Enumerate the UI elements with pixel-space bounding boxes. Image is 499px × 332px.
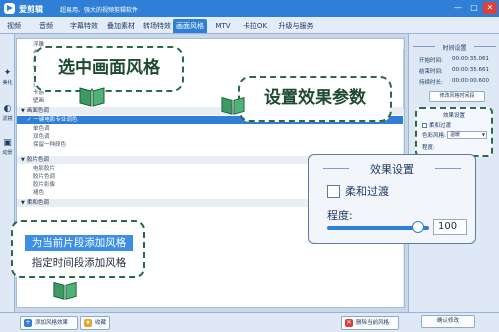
tab-audio[interactable]: 音频 xyxy=(36,19,56,33)
delete-icon: ✕ xyxy=(345,319,353,327)
app-name: 爱剪辑 xyxy=(19,5,43,14)
color-style-value: 温暖 xyxy=(450,132,461,138)
effect-settings-zoom: 效果设置 柔和过渡 程度: 100 xyxy=(308,154,476,244)
collapse-triangle-icon: ▼ xyxy=(21,108,25,114)
window-controls: — □ ✕ xyxy=(451,2,497,14)
color-style-label: 色彩风格: xyxy=(422,133,446,139)
soft-transition-label-small: 柔和过渡 xyxy=(429,123,452,129)
star-icon: ★ xyxy=(84,319,92,327)
list-item[interactable]: 单色调 xyxy=(17,125,403,133)
tab-subtitle-effects[interactable]: 字幕特效 xyxy=(67,19,101,33)
list-category-label: 胶片色调 xyxy=(26,157,49,163)
checkbox-icon xyxy=(327,185,340,198)
tool-beautify[interactable]: ✦ 美化 xyxy=(1,68,14,98)
checkbox-icon xyxy=(422,123,427,128)
favorite-button[interactable]: ★ 收藏 xyxy=(80,316,110,330)
menu-bar: 视频 音频 字幕特效 叠加素材 转场特效 画面风格 MTV 卡拉OK 升级与服务 xyxy=(0,17,499,34)
tab-overlay-material[interactable]: 叠加素材 xyxy=(104,19,138,33)
tab-upgrade-service[interactable]: 升级与服务 xyxy=(275,19,317,33)
scrollbar-thumb[interactable] xyxy=(403,49,404,109)
start-time-label: 开始时间: xyxy=(419,58,443,64)
end-time-row: 结束时间: 00:00:35.661 xyxy=(419,67,489,75)
degree-value-input[interactable]: 100 xyxy=(433,219,467,235)
list-category-label: 柔和色调 xyxy=(26,200,49,206)
effect-settings-small: 效果设置 柔和过渡 色彩风格: 温暖 ▼ 程度: xyxy=(415,107,493,157)
confirm-modify-button[interactable]: 确认修改 xyxy=(421,315,475,328)
add-style-effect-button[interactable]: + 添加风格效果 xyxy=(20,316,78,330)
book-icon xyxy=(221,96,245,115)
collapse-triangle-icon: ▼ xyxy=(21,157,25,163)
filter-icon: ◐ xyxy=(3,104,12,114)
start-time-row: 开始时间: 00:00:35.061 xyxy=(419,56,489,64)
close-button[interactable]: ✕ xyxy=(483,2,497,14)
duration-label: 持续时长: xyxy=(419,80,443,86)
chevron-down-icon: ▼ xyxy=(481,132,485,137)
tool-motion-label: 动景 xyxy=(2,150,13,156)
add-style-current-clip-option[interactable]: 为当前片段添加风格 xyxy=(25,235,133,251)
app-slogan: 超易用、强大的视频剪辑软件 xyxy=(60,7,139,14)
add-style-time-range-option[interactable]: 指定时间段添加风格 xyxy=(25,255,133,271)
plus-icon: + xyxy=(24,319,32,327)
modify-style-time-button[interactable]: 修改风格时间段 xyxy=(429,91,485,102)
callout-set-params: 设置效果参数 xyxy=(238,76,392,122)
list-category-label: 画面色调 xyxy=(26,108,49,114)
book-icon xyxy=(79,87,105,107)
duration-row: 持续时长: 00:00:00.600 xyxy=(419,78,489,86)
collapse-triangle-icon: ▼ xyxy=(21,200,25,206)
add-style-popup: 为当前片段添加风格 指定时间段添加风格 xyxy=(11,220,145,278)
wand-icon: ✦ xyxy=(3,68,12,78)
effect-settings-zoom-title: 效果设置 xyxy=(370,163,414,176)
list-item[interactable]: 保留一种颜色 xyxy=(17,141,403,149)
app-logo-icon xyxy=(4,3,15,14)
list-item[interactable]: 双色调 xyxy=(17,133,403,141)
callout-select-style: 选中画面风格 xyxy=(34,46,184,92)
book-icon xyxy=(53,281,77,300)
effect-settings-small-title: 效果设置 xyxy=(442,113,465,119)
duration-value: 00:00:00.600 xyxy=(452,78,489,84)
tab-video[interactable]: 视频 xyxy=(4,19,24,33)
add-style-effect-label: 添加风格效果 xyxy=(35,320,69,326)
end-time-label: 结束时间: xyxy=(419,69,443,75)
tool-beautify-label: 美化 xyxy=(2,80,13,86)
tool-filter-label: 滤镜 xyxy=(2,116,13,122)
tool-filter[interactable]: ◐ 滤镜 xyxy=(1,104,14,134)
end-time-value[interactable]: 00:00:35.661 xyxy=(452,67,489,73)
delete-style-label: 删除当前风格 xyxy=(356,320,390,326)
time-settings-title: 时间设置 xyxy=(442,45,467,52)
start-time-value[interactable]: 00:00:35.061 xyxy=(452,56,489,62)
favorite-label: 收藏 xyxy=(95,320,107,326)
maximize-button[interactable]: □ xyxy=(467,2,481,14)
tab-karaoke[interactable]: 卡拉OK xyxy=(240,19,270,33)
soft-transition-checkbox-small[interactable]: 柔和过渡 xyxy=(422,121,451,129)
divider xyxy=(474,46,496,47)
degree-label-small: 程度: xyxy=(422,145,435,151)
tab-mtv[interactable]: MTV xyxy=(211,19,235,33)
divider xyxy=(435,168,461,169)
tool-motion[interactable]: ▣ 动景 xyxy=(1,138,14,168)
degree-slider-thumb[interactable] xyxy=(412,221,424,233)
degree-label: 程度: xyxy=(327,209,353,222)
title-bar: 爱剪辑 超易用、强大的视频剪辑软件 — □ ✕ xyxy=(0,0,499,17)
color-style-select[interactable]: 温暖 ▼ xyxy=(447,131,487,139)
tab-transition-effects[interactable]: 转场特效 xyxy=(140,19,174,33)
list-item-selected-label: 一键电影专业调色 xyxy=(33,117,78,123)
tab-picture-style[interactable]: 画面风格 xyxy=(173,19,207,33)
delete-style-button[interactable]: ✕ 删除当前风格 xyxy=(341,316,399,330)
minimize-button[interactable]: — xyxy=(451,2,465,14)
motion-icon: ▣ xyxy=(3,138,12,148)
soft-transition-label: 柔和过渡 xyxy=(345,185,389,198)
